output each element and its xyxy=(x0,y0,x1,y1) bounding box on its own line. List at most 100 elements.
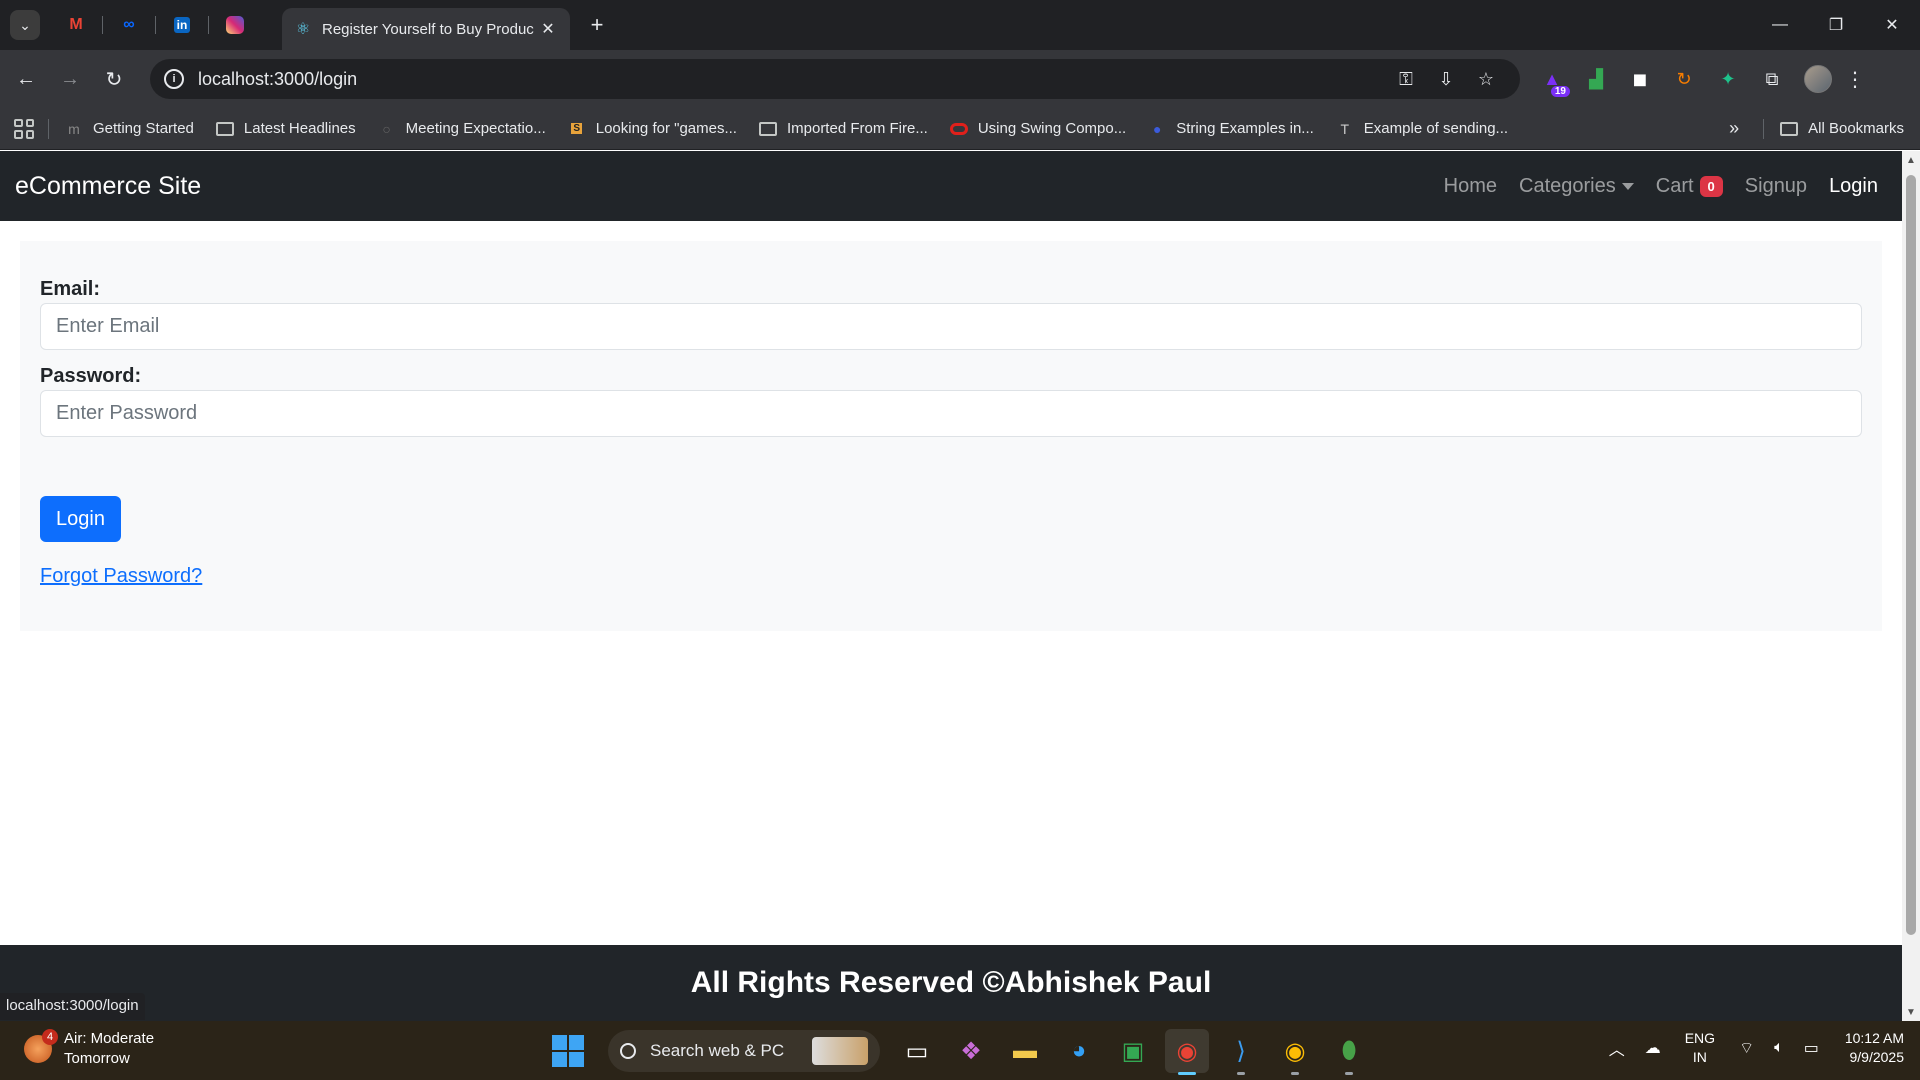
bookmark-item[interactable]: S Looking for "games... xyxy=(568,120,737,137)
scroll-thumb[interactable] xyxy=(1906,175,1916,935)
windows-start-icon[interactable] xyxy=(552,1035,584,1067)
weather-widget[interactable]: 4 Air: Moderate Tomorrow xyxy=(24,1029,154,1069)
browser-toolbar: ← → ↻ i localhost:3000/login ⚿ ⇩ ☆ ▲ 19 ▟… xyxy=(0,50,1920,108)
site-brand[interactable]: eCommerce Site xyxy=(15,172,201,201)
language-indicator[interactable]: ENG IN xyxy=(1685,1029,1715,1067)
nav-cart[interactable]: Cart 0 xyxy=(1656,175,1723,198)
apps-grid-icon[interactable] xyxy=(14,118,34,139)
page-scrollbar[interactable]: ▲ ▼ xyxy=(1902,151,1920,1021)
back-icon[interactable]: ← xyxy=(8,61,44,97)
file-explorer-icon[interactable]: ▬ xyxy=(1003,1029,1047,1073)
task-view-icon[interactable]: ▭ xyxy=(895,1029,939,1073)
forward-icon[interactable]: → xyxy=(52,61,88,97)
lang-line2: IN xyxy=(1692,1049,1707,1065)
bookmark-item[interactable]: T Example of sending... xyxy=(1336,120,1509,137)
gmail-pinned-tab-icon[interactable]: M xyxy=(56,10,96,40)
nav-home[interactable]: Home xyxy=(1444,175,1497,198)
new-tab-icon[interactable]: + xyxy=(584,12,610,38)
reload-icon[interactable]: ↻ xyxy=(96,61,132,97)
nav-cart-label: Cart xyxy=(1655,174,1694,197)
bookmark-globe-icon: ● xyxy=(1153,120,1162,137)
bookmark-item[interactable]: Imported From Fire... xyxy=(758,120,928,137)
login-button[interactable]: Login xyxy=(40,496,121,542)
weather-title: Air: Moderate xyxy=(64,1030,155,1047)
instagram-pinned-tab-icon[interactable] xyxy=(215,10,255,40)
battery-icon[interactable]: ▭ xyxy=(1804,1038,1819,1058)
nav-categories-label: Categories xyxy=(1519,174,1616,197)
browser-menu-icon[interactable]: ⋮ xyxy=(1840,67,1870,92)
folder-icon xyxy=(758,121,777,137)
scroll-down-icon[interactable]: ▼ xyxy=(1902,1003,1920,1021)
meta-pinned-tab-icon[interactable]: ∞ xyxy=(109,10,149,40)
forgot-password-link[interactable]: Forgot Password? xyxy=(40,565,202,588)
window-controls: — ❐ ✕ xyxy=(1752,0,1920,50)
password-field[interactable] xyxy=(40,390,1862,437)
active-tab[interactable]: ⚛ Register Yourself to Buy Produc ✕ xyxy=(282,8,570,50)
window-close-icon[interactable]: ✕ xyxy=(1864,0,1920,50)
bookmarks-bar: m Getting Started Latest Headlines ○ Meeti… xyxy=(0,108,1920,150)
more-bookmarks-icon[interactable]: » xyxy=(1729,118,1739,139)
show-hidden-icons-icon[interactable]: ︿ xyxy=(1609,1036,1625,1060)
bookmark-item[interactable]: ● String Examples in... xyxy=(1148,120,1314,137)
extension-hat-icon[interactable]: ▲ 19 xyxy=(1530,63,1574,97)
nav-signup[interactable]: Signup xyxy=(1745,175,1807,198)
clock[interactable]: 10:12 AM 9/9/2025 xyxy=(1845,1029,1904,1067)
weather-badge: 4 xyxy=(42,1029,58,1045)
bookmark-globe-icon: ○ xyxy=(382,120,391,137)
bookmark-t-icon: T xyxy=(1340,120,1350,137)
site-info-icon[interactable]: i xyxy=(164,69,184,89)
footer-text: All Rights Reserved ©Abhishek Paul xyxy=(690,966,1212,999)
bookmark-m-icon: m xyxy=(68,120,80,137)
bookmark-item[interactable]: m Getting Started xyxy=(65,120,194,137)
nav-login[interactable]: Login xyxy=(1829,175,1878,198)
address-url[interactable]: localhost:3000/login xyxy=(198,69,1386,90)
extension-chart-icon[interactable]: ▟ xyxy=(1574,63,1618,95)
all-bookmarks-button[interactable]: All Bookmarks xyxy=(1780,120,1904,137)
copilot-icon[interactable]: ❖ xyxy=(949,1029,993,1073)
restore-icon[interactable]: ❐ xyxy=(1808,0,1864,50)
address-bar[interactable]: i localhost:3000/login ⚿ ⇩ ☆ xyxy=(150,59,1520,99)
volume-icon[interactable]: 🔈︎ xyxy=(1774,1039,1784,1057)
tab-search-chevron-icon[interactable]: ⌄ xyxy=(10,10,40,40)
extensions-area: ▲ 19 ▟ ◼ ↻ ✦ ⧉ ⋮ xyxy=(1530,59,1870,99)
linkedin-pinned-tab-icon[interactable]: in xyxy=(162,10,202,40)
bookmark-item[interactable]: ○ Meeting Expectatio... xyxy=(378,120,545,137)
taskbar-search[interactable]: Search web & PC xyxy=(608,1030,880,1072)
weather-subtitle: Tomorrow xyxy=(64,1050,130,1067)
nav-categories-dropdown[interactable]: Categories xyxy=(1519,175,1634,198)
scroll-up-icon[interactable]: ▲ xyxy=(1902,151,1920,169)
minimize-icon[interactable]: — xyxy=(1752,0,1808,50)
search-icon xyxy=(620,1043,636,1059)
email-field[interactable] xyxy=(40,303,1862,350)
nav-links: Home Categories Cart 0 Signup Login xyxy=(1422,175,1878,198)
onedrive-cloud-icon[interactable]: ☁ xyxy=(1645,1038,1661,1058)
bookmark-star-icon[interactable]: ☆ xyxy=(1466,64,1506,94)
password-key-icon[interactable]: ⚿ xyxy=(1386,64,1426,94)
profile-avatar[interactable] xyxy=(1804,65,1832,93)
site-navbar: eCommerce Site Home Categories Cart 0 Sig… xyxy=(0,151,1902,221)
vscode-icon[interactable]: ⟩ xyxy=(1219,1029,1263,1075)
pinned-tabs: M ∞ in xyxy=(56,10,255,40)
edge-icon[interactable]: ◕ xyxy=(1057,1029,1101,1073)
browser-tab-bar: ⌄ M ∞ in ⚛ Register Yourself to Buy Prod… xyxy=(0,0,1920,50)
mongodb-compass-icon[interactable]: ⬮ xyxy=(1327,1029,1371,1075)
folder-icon xyxy=(1780,121,1799,137)
taskbar-search-label: Search web & PC xyxy=(650,1041,785,1060)
meet-icon[interactable]: ▣ xyxy=(1111,1029,1155,1073)
bookmark-item[interactable]: Using Swing Compo... xyxy=(949,120,1126,137)
wifi-icon[interactable]: ⌔ xyxy=(1739,1038,1754,1058)
extension-arc-icon[interactable]: ↻ xyxy=(1662,63,1706,95)
bookmark-item[interactable]: Latest Headlines xyxy=(215,120,356,137)
extensions-puzzle-icon[interactable]: ⧉ xyxy=(1750,63,1794,95)
clock-time: 10:12 AM xyxy=(1844,1030,1904,1046)
close-tab-icon[interactable]: ✕ xyxy=(538,19,558,39)
chrome-icon[interactable]: ◉ xyxy=(1165,1029,1209,1075)
extension-shield-icon[interactable]: ◼ xyxy=(1618,63,1662,95)
install-app-icon[interactable]: ⇩ xyxy=(1426,64,1466,94)
taskbar-apps: Search web & PC ▭ ❖ ▬ ◕ ▣ ◉ ⟩ ◉ ⬮ xyxy=(552,1029,1376,1075)
extension-rocket-icon[interactable]: ✦ xyxy=(1706,63,1750,95)
chrome-profile-icon[interactable]: ◉ xyxy=(1273,1029,1317,1075)
lang-line1: ENG xyxy=(1684,1030,1716,1046)
status-bar-url: localhost:3000/login xyxy=(0,993,145,1020)
extension-badge: 19 xyxy=(1550,86,1570,97)
